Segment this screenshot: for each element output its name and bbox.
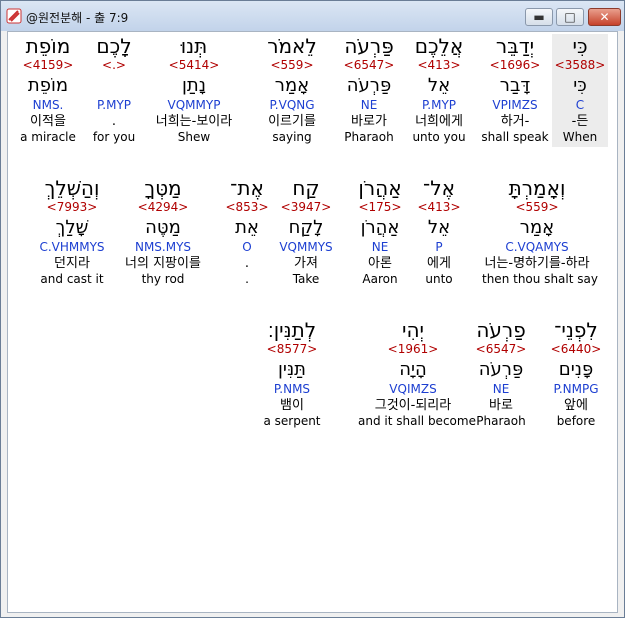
parsing-code: P.NMS <box>273 382 311 396</box>
korean-gloss: 그것이-되리라 <box>374 398 452 413</box>
title-bar[interactable]: @원전분해 - 출 7:9 ▬ □ ✕ <box>1 1 624 31</box>
minimize-button[interactable]: ▬ <box>525 8 553 26</box>
strong-number[interactable]: <559> <box>482 200 592 215</box>
korean-gloss: 이르기를 <box>268 114 316 129</box>
minimize-icon: ▬ <box>533 10 545 24</box>
english-gloss: and it shall become <box>358 414 476 428</box>
app-icon[interactable] <box>6 8 22 24</box>
strong-number[interactable]: <559> <box>237 58 347 73</box>
hebrew-word: יְהִי <box>401 318 424 342</box>
strong-number[interactable]: <1961> <box>358 342 468 357</box>
window-title: @원전분해 - 출 7:9 <box>26 11 129 25</box>
hebrew-word: וְאָמַרְתָּ <box>508 176 566 200</box>
hebrew-lemma: אָמַר <box>274 75 310 96</box>
hebrew-word: לְתַנִּין׃ <box>267 318 317 342</box>
korean-gloss: 던지라 <box>54 256 90 271</box>
parsing-code: VQIMZS <box>389 382 437 396</box>
interlinear-panel: כִּי <3588> כִּי C -든 When יְדַבֵּר <1696> דָּבַ… <box>7 31 618 613</box>
word-cell[interactable]: וְהַשְׁלֵךְ <7993> שָׁלַךְ C.VHMMYS 던지라 and c… <box>17 176 127 289</box>
english-gloss: a miracle <box>20 130 76 144</box>
word-cell[interactable]: יְהִי <1961> הָיָה VQIMZS 그것이-되리라 and it shal… <box>358 318 476 431</box>
word-cell[interactable]: מוֹפֵת <4159> מוֹפֵת NMS. 이적을 a miracle <box>0 34 103 147</box>
hebrew-lemma: הָיָה <box>399 359 427 380</box>
english-gloss: then thou shalt say <box>482 272 598 286</box>
app-window: @원전분해 - 출 7:9 ▬ □ ✕ כִּי <3588> כִּי C -든 Whe… <box>0 0 625 618</box>
word-cell[interactable]: לְתַנִּין׃ <8577> תַּנִּין P.NMS 뱀이 a serpent <box>237 318 347 431</box>
close-button[interactable]: ✕ <box>588 8 621 26</box>
hebrew-lemma: מוֹפֵת <box>27 75 69 96</box>
english-gloss: a serpent <box>263 414 321 428</box>
english-gloss: and cast it <box>40 272 104 286</box>
maximize-icon: □ <box>564 10 576 24</box>
hebrew-lemma: תַּנִּין <box>278 359 306 380</box>
korean-gloss: 너는-명하기를-하라 <box>484 256 590 271</box>
korean-gloss: 뱀이 <box>280 398 304 413</box>
parsing-code: C.VQAMYS <box>505 240 569 254</box>
english-gloss: saying <box>272 130 312 144</box>
word-cell[interactable]: לֵאמֹר <559> אָמַר P.VQNG 이르기를 saying <box>237 34 347 147</box>
parsing-code: NMS. <box>32 98 64 112</box>
hebrew-lemma: שָׁלַךְ <box>55 217 89 238</box>
hebrew-word: לֵאמֹר <box>267 34 317 58</box>
strong-number[interactable]: <8577> <box>237 342 347 357</box>
hebrew-word: מוֹפֵת <box>25 34 71 58</box>
word-cell[interactable]: וְאָמַרְתָּ <559> אָמַר C.VQAMYS 너는-명하기를-하라 t… <box>482 176 598 289</box>
strong-number[interactable]: <7993> <box>17 200 127 215</box>
parsing-code: C.VHMMYS <box>39 240 105 254</box>
close-icon: ✕ <box>599 10 610 24</box>
hebrew-lemma: אָמַר <box>519 217 555 238</box>
parsing-code: P.VQNG <box>269 98 315 112</box>
strong-number[interactable]: <4159> <box>0 58 103 73</box>
maximize-button[interactable]: □ <box>556 8 584 26</box>
hebrew-word: וְהַשְׁלֵךְ <box>44 176 100 200</box>
korean-gloss: 이적을 <box>30 114 66 129</box>
